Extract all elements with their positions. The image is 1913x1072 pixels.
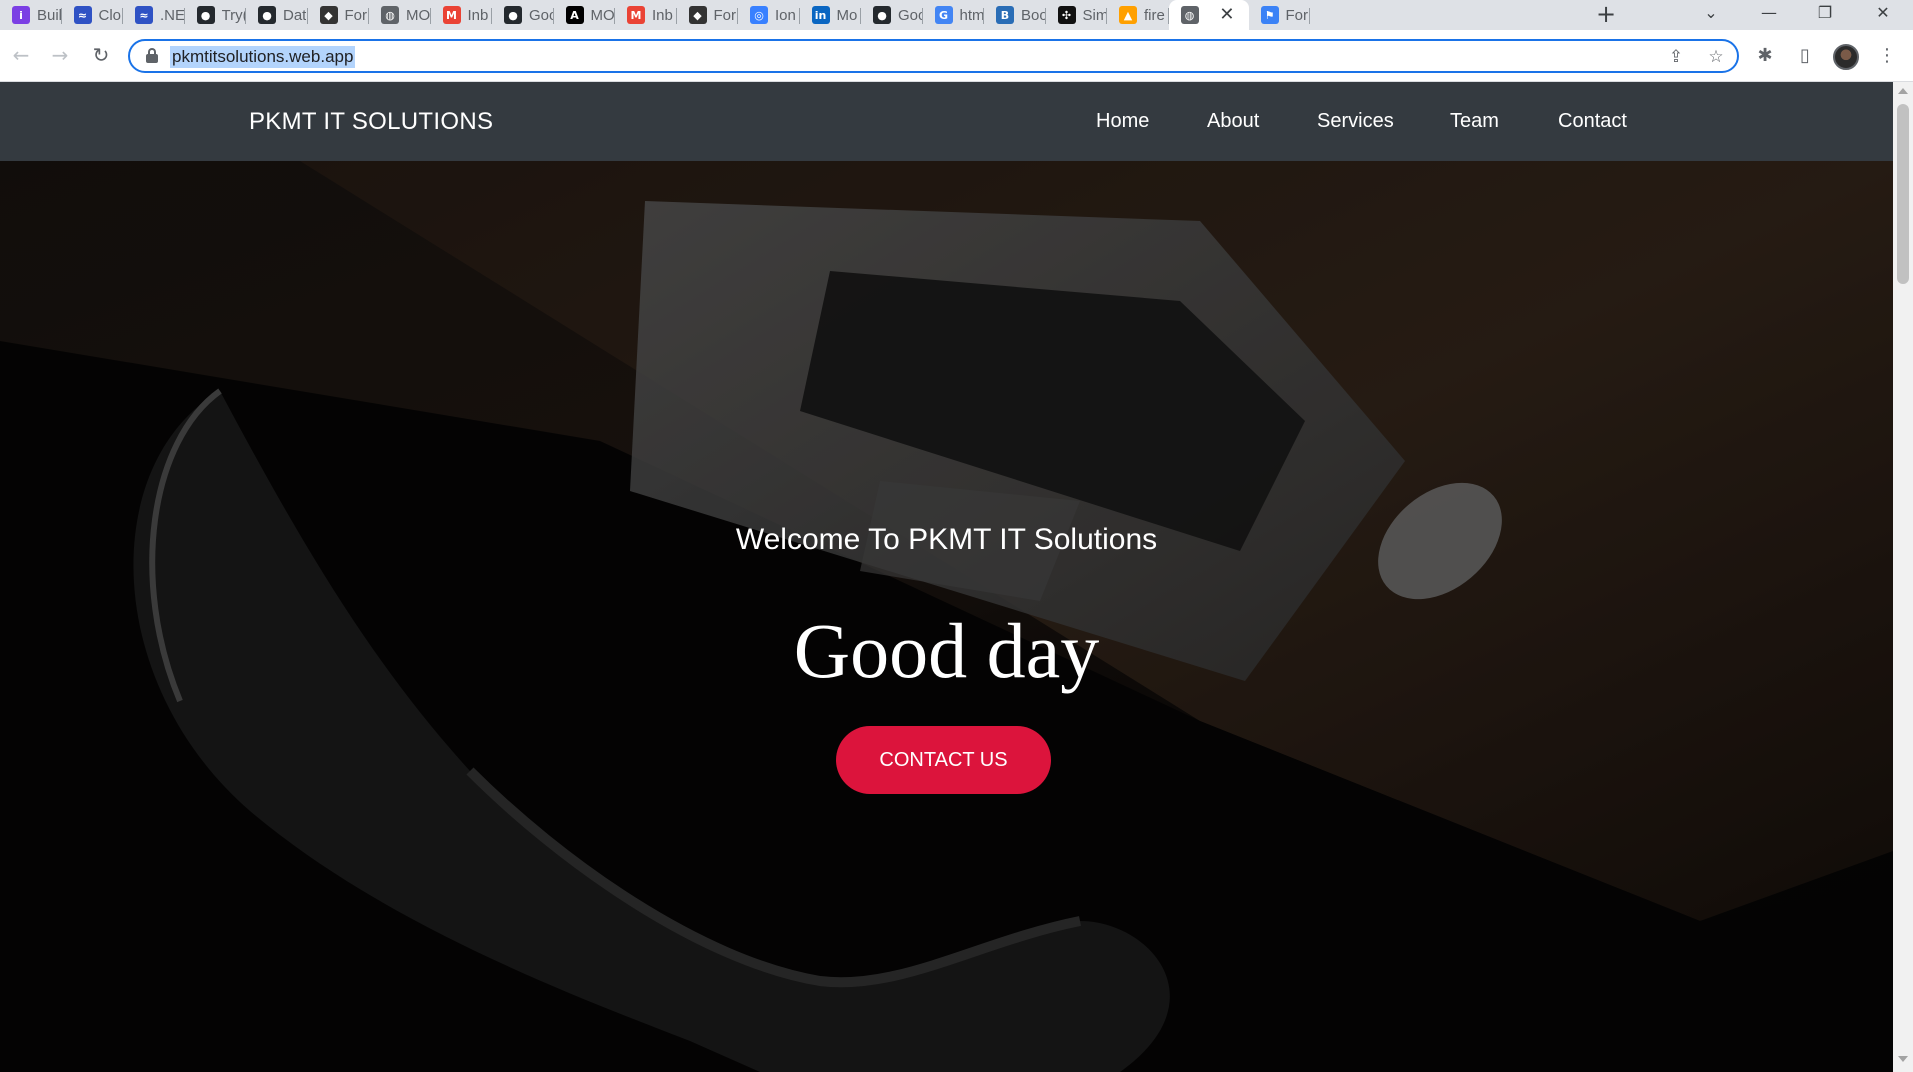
ionic-icon: ◎ — [750, 6, 768, 24]
extensions-puzzle-icon[interactable]: ✱ — [1753, 44, 1777, 68]
minimize-button[interactable]: — — [1746, 0, 1792, 30]
nav-link-services[interactable]: Services — [1317, 110, 1394, 133]
browser-tab[interactable]: ▲ fire — [1107, 0, 1169, 30]
google-icon: G — [934, 6, 953, 24]
browser-tab[interactable]: i Buil — [0, 0, 62, 30]
angular-icon: A — [565, 6, 584, 24]
browser-tab[interactable]: ◍ ✕ — [1168, 0, 1249, 30]
side-panel-icon[interactable]: ▯ — [1793, 44, 1817, 68]
browser-tab[interactable]: ● Goo — [861, 0, 923, 30]
forward-button[interactable]: → — [47, 42, 73, 68]
tab-search-button[interactable]: ⌄ — [1688, 0, 1734, 30]
contact-us-button[interactable]: CONTACT US — [836, 726, 1051, 794]
tab-title: Inb — [652, 6, 673, 24]
page-scrollbar[interactable] — [1893, 82, 1913, 1072]
github-icon: ● — [258, 6, 276, 24]
globe-icon: ◍ — [381, 6, 399, 24]
tab-title: Ion — [775, 6, 796, 24]
lock-icon[interactable] — [145, 48, 159, 64]
bookmark-star-icon[interactable]: ☆ — [1705, 46, 1727, 68]
tab-title: Buil — [37, 6, 62, 24]
new-tab-button[interactable]: + — [1592, 0, 1620, 30]
gmail-icon: M — [442, 6, 461, 24]
restore-button[interactable]: ❐ — [1802, 0, 1848, 30]
share-icon[interactable]: ⇪ — [1665, 46, 1687, 68]
nav-link-team[interactable]: Team — [1450, 110, 1499, 133]
menu-kebab-icon[interactable]: ⋮ — [1875, 44, 1899, 68]
browser-tab[interactable]: ● Goo — [492, 0, 554, 30]
browser-tab[interactable]: ● Dat — [246, 0, 308, 30]
tab-title: .NE — [160, 6, 185, 24]
firebase-icon: ▲ — [1119, 6, 1137, 24]
forum-icon: ◆ — [688, 6, 707, 24]
browser-toolbar: ← → ↻ pkmtitsolutions.web.app ⇪ ☆ ✱ ▯ ⋮ — [0, 30, 1913, 82]
github-icon: ● — [873, 6, 891, 24]
browser-tab[interactable]: M Inb — [431, 0, 492, 30]
tab-title: Boo — [1021, 6, 1046, 24]
nav-link-about[interactable]: About — [1207, 110, 1259, 133]
back-button[interactable]: ← — [8, 42, 34, 68]
browser-tab[interactable]: A MO — [554, 0, 615, 30]
linkedin-icon: in — [811, 6, 830, 24]
browser-tab[interactable]: ✣ Sim — [1046, 0, 1108, 30]
browser-tab[interactable]: B Boo — [984, 0, 1046, 30]
tab-strip: i Buil ≈ Clo ≈ .NE ● Try( ● Dat ◆ For ◍ MO M Inb ● Goo A MO… — [0, 0, 1913, 30]
browser-tab[interactable]: ≈ .NE — [123, 0, 185, 30]
globe-icon: ◍ — [1180, 6, 1199, 24]
scroll-thumb[interactable] — [1897, 104, 1909, 284]
tab-title: fire — [1144, 6, 1165, 24]
browser-tab[interactable]: in Mo — [800, 0, 861, 30]
tab-title: For — [1285, 6, 1309, 24]
tab-title: Mo — [836, 6, 858, 24]
tab-title: htm — [959, 6, 985, 24]
purple-circle-icon: i — [12, 6, 30, 24]
gmail-icon: M — [627, 6, 645, 24]
close-window-button[interactable]: ✕ — [1860, 0, 1906, 30]
tab-title: MO — [590, 6, 615, 24]
tab-title: Dat — [283, 6, 307, 24]
browser-tab[interactable]: ◍ MO — [369, 0, 431, 30]
bootstrap-icon: B — [996, 6, 1014, 24]
profile-avatar[interactable] — [1833, 44, 1859, 70]
browser-tab[interactable]: Ghtm — [923, 0, 985, 30]
tab-title: Try( — [221, 6, 247, 24]
github-icon: ● — [504, 6, 522, 24]
tab-title: Clo — [98, 6, 122, 24]
hero-greeting: Good day — [793, 607, 1100, 694]
tab-separator — [1309, 8, 1310, 24]
browser-tab[interactable]: ● Try( — [185, 0, 247, 30]
scroll-up-arrow[interactable] — [1898, 88, 1908, 94]
flag-icon: ⚑ — [1260, 6, 1279, 24]
hero-welcome-text: Welcome To PKMT IT Solutions — [735, 523, 1158, 556]
site-navbar: PKMT IT SOLUTIONS Home About Services Te… — [0, 82, 1893, 161]
tab-title: For — [713, 6, 737, 24]
site-brand[interactable]: PKMT IT SOLUTIONS — [249, 108, 493, 136]
browser-tab[interactable]: ⚑ For — [1249, 0, 1310, 30]
tab-title: Sim — [1082, 6, 1108, 24]
nav-link-contact[interactable]: Contact — [1558, 110, 1627, 133]
tab-title: Goo — [898, 6, 923, 24]
page-viewport: PKMT IT SOLUTIONS Home About Services Te… — [0, 82, 1893, 1072]
tab-title: For — [344, 6, 368, 24]
nav-link-home[interactable]: Home — [1096, 110, 1149, 133]
github-icon: ● — [196, 6, 215, 24]
scroll-down-arrow[interactable] — [1898, 1056, 1908, 1062]
cloud-app-icon: ≈ — [135, 6, 153, 24]
close-tab-icon[interactable]: ✕ — [1219, 4, 1234, 25]
url-text[interactable]: pkmtitsolutions.web.app — [170, 46, 356, 68]
browser-tab[interactable]: ≈ Clo — [62, 0, 123, 30]
cloud-app-icon: ≈ — [73, 6, 92, 24]
tab-title: MO — [406, 6, 431, 24]
address-bar[interactable]: pkmtitsolutions.web.app ⇪ ☆ — [128, 39, 1739, 73]
browser-tab[interactable]: ◆ For — [308, 0, 369, 30]
forum-icon: ◆ — [319, 6, 338, 24]
hero-section: Welcome To PKMT IT Solutions Good day CO… — [0, 161, 1893, 1072]
tab-title: Goo — [529, 6, 554, 24]
browser-tab[interactable]: ◆ For — [677, 0, 738, 30]
openai-icon: ✣ — [1057, 6, 1076, 24]
browser-tab[interactable]: ◎ Ion — [738, 0, 800, 30]
browser-tab[interactable]: M Inb — [615, 0, 677, 30]
tab-title: Inb — [467, 6, 489, 24]
reload-button[interactable]: ↻ — [88, 42, 114, 68]
